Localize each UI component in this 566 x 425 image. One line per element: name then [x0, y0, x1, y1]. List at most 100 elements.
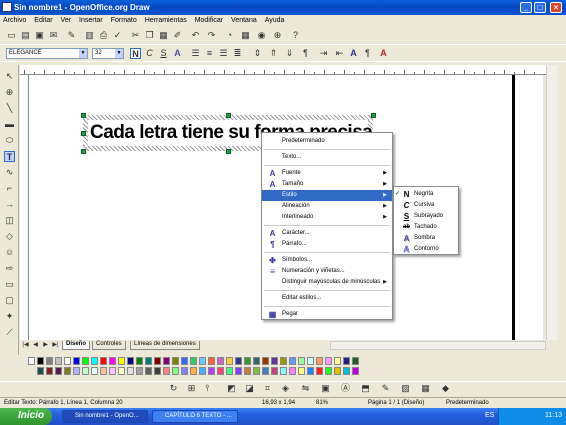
- cut-icon[interactable]: ✂: [130, 30, 141, 41]
- basic-shapes-icon[interactable]: ◇: [4, 231, 15, 242]
- ellipse-tool-icon[interactable]: ⬭: [4, 135, 15, 146]
- color-swatch[interactable]: [199, 367, 206, 375]
- start-button[interactable]: Inicio: [0, 408, 52, 425]
- print-icon[interactable]: ⎙: [98, 30, 109, 41]
- 3d-objects-icon[interactable]: ◫: [4, 215, 15, 226]
- color-swatch[interactable]: [199, 357, 206, 365]
- color-swatch[interactable]: [262, 367, 269, 375]
- shadow-button[interactable]: A: [172, 48, 183, 59]
- color-swatch[interactable]: [136, 357, 143, 365]
- color-swatch[interactable]: [145, 367, 152, 375]
- color-swatch[interactable]: [46, 357, 53, 365]
- context-menu-item[interactable]: ▦ Pegar: [262, 309, 392, 320]
- bold-button[interactable]: N: [130, 48, 141, 59]
- color-swatch[interactable]: [154, 357, 161, 365]
- stars-icon[interactable]: ✦: [4, 311, 15, 322]
- color-swatch[interactable]: [82, 367, 89, 375]
- text-tool-icon[interactable]: T: [4, 151, 15, 162]
- color-swatch[interactable]: [46, 367, 53, 375]
- table-icon[interactable]: ▦: [240, 30, 251, 41]
- style-submenu-item[interactable]: S Subrayado: [394, 211, 458, 222]
- font-color-icon[interactable]: A: [378, 48, 389, 59]
- spacing-decrease-icon[interactable]: ⇓: [284, 48, 295, 59]
- right-to-left-icon[interactable]: ⇤: [334, 48, 345, 59]
- color-swatch[interactable]: [100, 367, 107, 375]
- menu-modificar[interactable]: Modificar: [192, 15, 226, 24]
- color-swatch[interactable]: [91, 367, 98, 375]
- crop-icon[interactable]: ⌗: [262, 383, 273, 394]
- zoom-tool-icon[interactable]: ⊕: [4, 87, 15, 98]
- color-swatch[interactable]: [118, 357, 125, 365]
- color-swatch[interactable]: [136, 367, 143, 375]
- menu-formato[interactable]: Formato: [108, 15, 140, 24]
- language-indicator[interactable]: ES: [485, 412, 494, 419]
- color-swatch[interactable]: [163, 357, 170, 365]
- color-swatch[interactable]: [118, 367, 125, 375]
- spellcheck-icon[interactable]: ✓: [112, 30, 123, 41]
- chart-icon[interactable]: ◔: [224, 30, 235, 41]
- menu-ventana[interactable]: Ventana: [228, 15, 260, 24]
- color-swatch[interactable]: [325, 357, 332, 365]
- rectangle-tool-icon[interactable]: ▬: [4, 119, 15, 130]
- character-icon[interactable]: A: [348, 48, 359, 59]
- context-menu-item[interactable]: ¶ Párrafo...: [262, 239, 392, 250]
- help-icon[interactable]: ?: [290, 30, 301, 41]
- justify-icon[interactable]: ≣: [232, 48, 243, 59]
- paragraph-spacing-icon[interactable]: ¶: [300, 48, 311, 59]
- color-swatch[interactable]: [253, 357, 260, 365]
- resize-handle[interactable]: [371, 113, 376, 118]
- points-icon[interactable]: ⟋: [4, 327, 15, 338]
- style-submenu-item[interactable]: ab Tachado: [394, 222, 458, 233]
- close-button[interactable]: ×: [550, 2, 562, 13]
- horizontal-scrollbar[interactable]: [330, 341, 546, 350]
- context-menu-item[interactable]: Editar estilos...: [262, 293, 392, 304]
- line-spacing-icon[interactable]: ⇕: [252, 48, 263, 59]
- taskbar-item-document[interactable]: CAPÍTULO 6 TEXTO - ...: [152, 410, 238, 423]
- color-swatch[interactable]: [244, 357, 251, 365]
- maximize-button[interactable]: □: [534, 2, 546, 13]
- color-swatch[interactable]: [73, 357, 80, 365]
- context-menu-item[interactable]: Estilo ▶: [262, 190, 392, 201]
- select-arrow-icon[interactable]: ↖: [4, 71, 15, 82]
- resize-handle[interactable]: [226, 113, 231, 118]
- glue-points-icon[interactable]: ✎: [380, 383, 391, 394]
- color-swatch[interactable]: [334, 357, 341, 365]
- font-name-combo[interactable]: ELEGANCE ▼: [6, 48, 88, 59]
- 3d-toggle-icon[interactable]: ◆: [440, 383, 451, 394]
- color-swatch[interactable]: [91, 357, 98, 365]
- color-swatch[interactable]: [298, 357, 305, 365]
- resize-handle[interactable]: [81, 113, 86, 118]
- chevron-down-icon[interactable]: ▼: [115, 49, 123, 58]
- arrange-icon[interactable]: ◩: [226, 383, 237, 394]
- underline-button[interactable]: S: [158, 48, 169, 59]
- resize-handle[interactable]: [81, 131, 86, 136]
- copy-icon[interactable]: ❐: [144, 30, 155, 41]
- tab-lineas-dimensiones[interactable]: Líneas de dimensiones: [130, 341, 200, 350]
- rotate-icon[interactable]: ↻: [168, 383, 179, 394]
- transform-icon[interactable]: ◈: [280, 383, 291, 394]
- flowchart-icon[interactable]: ▭: [4, 279, 15, 290]
- paragraph-icon[interactable]: ¶: [362, 48, 373, 59]
- tab-diseno[interactable]: Diseño: [62, 341, 91, 350]
- color-swatch[interactable]: [235, 357, 242, 365]
- symbol-shapes-icon[interactable]: ☺: [4, 247, 15, 258]
- zoom-icon[interactable]: ⊕: [272, 30, 283, 41]
- font-size-combo[interactable]: 32 ▼: [92, 48, 124, 59]
- extrusion-icon[interactable]: ⬒: [360, 383, 371, 394]
- context-menu-item[interactable]: Distinguir mayúsculas de minúsculas ▶: [262, 277, 392, 288]
- context-menu-item[interactable]: Alineación ▶: [262, 201, 392, 212]
- color-swatch[interactable]: [109, 367, 116, 375]
- shadow-icon[interactable]: ◪: [244, 383, 255, 394]
- color-swatch[interactable]: [109, 357, 116, 365]
- color-swatch[interactable]: [172, 357, 179, 365]
- tab-controles[interactable]: Controles: [92, 341, 126, 350]
- color-swatch[interactable]: [208, 367, 215, 375]
- line-tool-icon[interactable]: ╲: [4, 103, 15, 114]
- context-menu-item[interactable]: Predeterminado: [262, 136, 392, 147]
- style-submenu-item[interactable]: A Sombra: [394, 233, 458, 244]
- color-swatch[interactable]: [190, 367, 197, 375]
- context-menu-item[interactable]: Interlineado ▶: [262, 212, 392, 223]
- context-menu-item[interactable]: A Fuente ▶: [262, 168, 392, 179]
- no-fill-swatch[interactable]: [28, 357, 35, 365]
- style-submenu-item[interactable]: A Contorno: [394, 244, 458, 255]
